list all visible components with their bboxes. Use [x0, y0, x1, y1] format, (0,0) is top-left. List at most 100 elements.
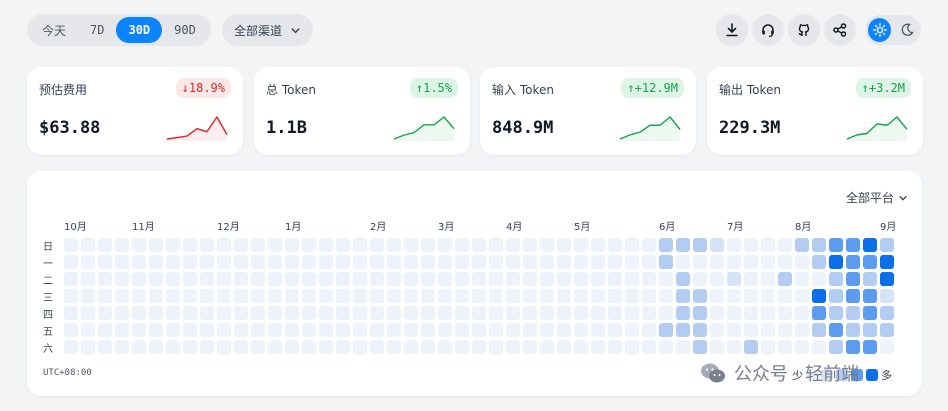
- heatmap-cell[interactable]: [268, 255, 282, 269]
- heatmap-cell[interactable]: [183, 272, 197, 286]
- heatmap-cell[interactable]: [132, 289, 146, 303]
- heatmap-cell[interactable]: [98, 289, 112, 303]
- heatmap-cell[interactable]: [676, 238, 690, 252]
- heatmap-cell[interactable]: [438, 255, 452, 269]
- heatmap-cell[interactable]: [846, 272, 860, 286]
- heatmap-cell[interactable]: [234, 238, 248, 252]
- heatmap-cell[interactable]: [98, 306, 112, 320]
- heatmap-cell[interactable]: [404, 289, 418, 303]
- heatmap-cell[interactable]: [829, 323, 843, 337]
- heatmap-cell[interactable]: [744, 306, 758, 320]
- heatmap-cell[interactable]: [642, 323, 656, 337]
- heatmap-cell[interactable]: [268, 272, 282, 286]
- heatmap-cell[interactable]: [659, 323, 673, 337]
- heatmap-cell[interactable]: [574, 255, 588, 269]
- heatmap-cell[interactable]: [302, 255, 316, 269]
- heatmap-cell[interactable]: [659, 238, 673, 252]
- heatmap-cell[interactable]: [608, 238, 622, 252]
- heatmap-cell[interactable]: [166, 272, 180, 286]
- heatmap-cell[interactable]: [336, 289, 350, 303]
- heatmap-cell[interactable]: [217, 340, 231, 354]
- heatmap-cell[interactable]: [166, 255, 180, 269]
- heatmap-cell[interactable]: [693, 255, 707, 269]
- heatmap-cell[interactable]: [591, 289, 605, 303]
- heatmap-cell[interactable]: [659, 340, 673, 354]
- heatmap-cell[interactable]: [625, 289, 639, 303]
- heatmap-cell[interactable]: [336, 306, 350, 320]
- heatmap-cell[interactable]: [302, 238, 316, 252]
- heatmap-cell[interactable]: [149, 306, 163, 320]
- range-30d-button[interactable]: 30D: [116, 17, 163, 43]
- heatmap-cell[interactable]: [608, 323, 622, 337]
- heatmap-cell[interactable]: [625, 306, 639, 320]
- heatmap-cell[interactable]: [540, 272, 554, 286]
- heatmap-cell[interactable]: [744, 255, 758, 269]
- heatmap-cell[interactable]: [625, 272, 639, 286]
- heatmap-cell[interactable]: [659, 272, 673, 286]
- heatmap-cell[interactable]: [251, 323, 265, 337]
- heatmap-cell[interactable]: [523, 255, 537, 269]
- heatmap-cell[interactable]: [540, 238, 554, 252]
- heatmap-cell[interactable]: [829, 306, 843, 320]
- heatmap-cell[interactable]: [234, 340, 248, 354]
- github-button[interactable]: [788, 14, 820, 46]
- heatmap-cell[interactable]: [251, 289, 265, 303]
- heatmap-cell[interactable]: [676, 323, 690, 337]
- heatmap-cell[interactable]: [98, 238, 112, 252]
- heatmap-cell[interactable]: [115, 255, 129, 269]
- heatmap-cell[interactable]: [642, 238, 656, 252]
- heatmap-cell[interactable]: [744, 340, 758, 354]
- heatmap-cell[interactable]: [234, 323, 248, 337]
- heatmap-cell[interactable]: [472, 306, 486, 320]
- dark-theme-option[interactable]: [895, 18, 918, 42]
- heatmap-cell[interactable]: [285, 272, 299, 286]
- heatmap-cell[interactable]: [115, 272, 129, 286]
- heatmap-cell[interactable]: [659, 255, 673, 269]
- heatmap-cell[interactable]: [217, 306, 231, 320]
- heatmap-cell[interactable]: [98, 323, 112, 337]
- heatmap-cell[interactable]: [353, 289, 367, 303]
- heatmap-cell[interactable]: [455, 289, 469, 303]
- heatmap-cell[interactable]: [166, 306, 180, 320]
- heatmap-cell[interactable]: [812, 272, 826, 286]
- heatmap-cell[interactable]: [302, 323, 316, 337]
- heatmap-cell[interactable]: [489, 272, 503, 286]
- heatmap-cell[interactable]: [523, 238, 537, 252]
- support-button[interactable]: [752, 14, 784, 46]
- heatmap-cell[interactable]: [863, 323, 877, 337]
- heatmap-cell[interactable]: [183, 340, 197, 354]
- heatmap-cell[interactable]: [200, 323, 214, 337]
- heatmap-cell[interactable]: [812, 340, 826, 354]
- heatmap-cell[interactable]: [523, 323, 537, 337]
- heatmap-cell[interactable]: [302, 272, 316, 286]
- heatmap-cell[interactable]: [506, 238, 520, 252]
- heatmap-cell[interactable]: [591, 340, 605, 354]
- heatmap-cell[interactable]: [676, 289, 690, 303]
- heatmap-cell[interactable]: [200, 238, 214, 252]
- heatmap-cell[interactable]: [438, 340, 452, 354]
- heatmap-cell[interactable]: [608, 289, 622, 303]
- heatmap-cell[interactable]: [285, 255, 299, 269]
- heatmap-cell[interactable]: [676, 272, 690, 286]
- heatmap-cell[interactable]: [846, 323, 860, 337]
- heatmap-cell[interactable]: [302, 306, 316, 320]
- heatmap-cell[interactable]: [761, 272, 775, 286]
- heatmap-cell[interactable]: [693, 272, 707, 286]
- heatmap-cell[interactable]: [846, 306, 860, 320]
- heatmap-cell[interactable]: [319, 238, 333, 252]
- heatmap-cell[interactable]: [880, 323, 894, 337]
- heatmap-cell[interactable]: [353, 238, 367, 252]
- heatmap-cell[interactable]: [880, 289, 894, 303]
- heatmap-cell[interactable]: [370, 306, 384, 320]
- heatmap-cell[interactable]: [166, 238, 180, 252]
- heatmap-cell[interactable]: [336, 340, 350, 354]
- light-theme-option[interactable]: [868, 18, 891, 42]
- heatmap-cell[interactable]: [268, 340, 282, 354]
- heatmap-cell[interactable]: [506, 340, 520, 354]
- heatmap-cell[interactable]: [574, 238, 588, 252]
- heatmap-cell[interactable]: [727, 340, 741, 354]
- heatmap-cell[interactable]: [387, 238, 401, 252]
- platform-select[interactable]: 全部平台: [846, 189, 908, 206]
- heatmap-cell[interactable]: [863, 255, 877, 269]
- heatmap-cell[interactable]: [676, 306, 690, 320]
